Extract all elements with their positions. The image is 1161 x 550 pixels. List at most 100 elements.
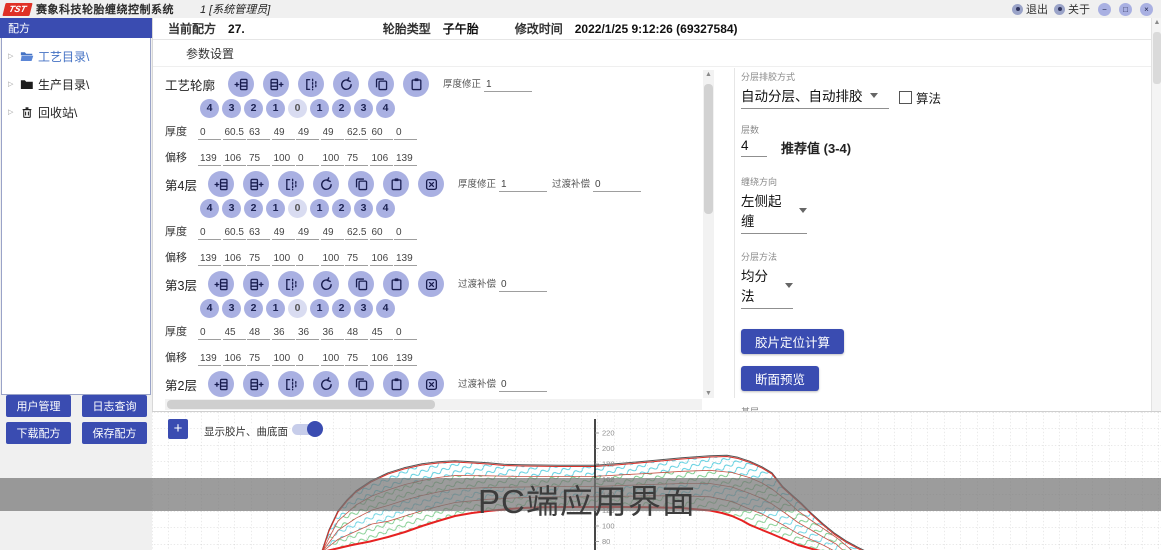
copy-button[interactable]: [368, 71, 394, 97]
thickness-input[interactable]: [247, 227, 270, 240]
column-button[interactable]: 3: [222, 199, 241, 218]
scroll-up-icon[interactable]: ▲: [1152, 19, 1161, 26]
paste-button[interactable]: [383, 171, 409, 197]
thickness-input[interactable]: [296, 327, 319, 340]
offset-input[interactable]: [370, 253, 393, 266]
offset-input[interactable]: [247, 353, 270, 366]
offset-input[interactable]: [296, 153, 319, 166]
thickness-input[interactable]: [321, 227, 344, 240]
delete-layer-button[interactable]: [418, 171, 444, 197]
thickness-correction-input[interactable]: [499, 179, 547, 192]
offset-input[interactable]: [321, 353, 344, 366]
thickness-input[interactable]: [370, 327, 393, 340]
thickness-input[interactable]: [223, 327, 246, 340]
offset-input[interactable]: [247, 253, 270, 266]
copy-button[interactable]: [348, 271, 374, 297]
offset-input[interactable]: [198, 353, 221, 366]
thickness-input[interactable]: [345, 227, 368, 240]
thickness-input[interactable]: [223, 227, 246, 240]
log-query-button[interactable]: 日志查询: [82, 395, 147, 417]
offset-input[interactable]: [272, 353, 295, 366]
user-management-button[interactable]: 用户管理: [6, 395, 71, 417]
offset-input[interactable]: [272, 153, 295, 166]
offset-input[interactable]: [345, 253, 368, 266]
offset-input[interactable]: [321, 253, 344, 266]
download-recipe-button[interactable]: 下载配方: [6, 422, 71, 444]
paste-button[interactable]: [383, 371, 409, 397]
undo-rotate-button[interactable]: [313, 271, 339, 297]
expand-arrow-icon[interactable]: ▷: [8, 80, 16, 88]
column-button[interactable]: 3: [222, 99, 241, 118]
mirror-button[interactable]: [278, 271, 304, 297]
layering-method-select[interactable]: 均分法: [741, 265, 793, 309]
offset-input[interactable]: [296, 253, 319, 266]
maximize-button[interactable]: □: [1119, 3, 1132, 16]
mirror-button[interactable]: [298, 71, 324, 97]
insert-column-left-button[interactable]: [228, 71, 254, 97]
about-button[interactable]: 关于: [1054, 1, 1090, 17]
offset-input[interactable]: [394, 253, 417, 266]
offset-input[interactable]: [223, 253, 246, 266]
thickness-input[interactable]: [198, 127, 221, 140]
offset-input[interactable]: [272, 253, 295, 266]
column-button[interactable]: 4: [200, 199, 219, 218]
scroll-down-icon[interactable]: ▼: [703, 390, 714, 397]
thickness-input[interactable]: [198, 227, 221, 240]
mirror-button[interactable]: [278, 371, 304, 397]
thickness-input[interactable]: [223, 127, 246, 140]
vertical-scrollbar[interactable]: ▲ ▼: [703, 70, 714, 398]
insert-column-right-button[interactable]: [243, 271, 269, 297]
thickness-input[interactable]: [394, 127, 417, 140]
horizontal-scrollbar[interactable]: [165, 399, 702, 410]
column-button[interactable]: 1: [310, 99, 329, 118]
undo-rotate-button[interactable]: [313, 371, 339, 397]
thickness-input[interactable]: [345, 127, 368, 140]
column-button[interactable]: 1: [266, 199, 285, 218]
delete-layer-button[interactable]: [418, 371, 444, 397]
offset-input[interactable]: [296, 353, 319, 366]
column-button-center[interactable]: 0: [288, 299, 307, 318]
column-button[interactable]: 1: [266, 299, 285, 318]
column-button[interactable]: 1: [310, 299, 329, 318]
offset-input[interactable]: [198, 253, 221, 266]
section-preview-button[interactable]: 断面预览: [741, 366, 819, 391]
thickness-input[interactable]: [272, 127, 295, 140]
offset-input[interactable]: [394, 353, 417, 366]
insert-column-right-button[interactable]: [243, 371, 269, 397]
minimize-button[interactable]: −: [1098, 3, 1111, 16]
insert-column-right-button[interactable]: [243, 171, 269, 197]
algorithm-checkbox-row[interactable]: 算法: [899, 88, 941, 107]
column-button[interactable]: 2: [244, 299, 263, 318]
column-button[interactable]: 3: [222, 299, 241, 318]
thickness-input[interactable]: [321, 127, 344, 140]
thickness-input[interactable]: [296, 127, 319, 140]
column-button[interactable]: 4: [200, 99, 219, 118]
insert-column-right-button[interactable]: [263, 71, 289, 97]
undo-rotate-button[interactable]: [333, 71, 359, 97]
column-button[interactable]: 2: [244, 199, 263, 218]
copy-button[interactable]: [348, 171, 374, 197]
offset-input[interactable]: [394, 153, 417, 166]
toggle-knob[interactable]: [307, 421, 323, 437]
delete-layer-button[interactable]: [418, 271, 444, 297]
thickness-input[interactable]: [247, 327, 270, 340]
thickness-input[interactable]: [394, 227, 417, 240]
thickness-input[interactable]: [345, 327, 368, 340]
tree-item-recycle-bin[interactable]: ▷ 回收站\: [2, 102, 150, 122]
thickness-input[interactable]: [394, 327, 417, 340]
expand-arrow-icon[interactable]: ▷: [8, 52, 16, 60]
save-recipe-button[interactable]: 保存配方: [82, 422, 147, 444]
thickness-input[interactable]: [370, 127, 393, 140]
tree-item-production-directory[interactable]: ▷ 生产目录\: [2, 74, 150, 94]
insert-column-left-button[interactable]: [208, 271, 234, 297]
column-button-center[interactable]: 0: [288, 99, 307, 118]
layer-glue-mode-select[interactable]: 自动分层、自动排胶: [741, 85, 889, 109]
expand-arrow-icon[interactable]: ▷: [8, 108, 16, 116]
offset-input[interactable]: [223, 353, 246, 366]
column-button[interactable]: 3: [354, 99, 373, 118]
column-button[interactable]: 2: [332, 199, 351, 218]
column-button[interactable]: 2: [332, 299, 351, 318]
insert-column-left-button[interactable]: [208, 171, 234, 197]
column-button[interactable]: 2: [332, 99, 351, 118]
exit-button[interactable]: 退出: [1012, 1, 1048, 17]
